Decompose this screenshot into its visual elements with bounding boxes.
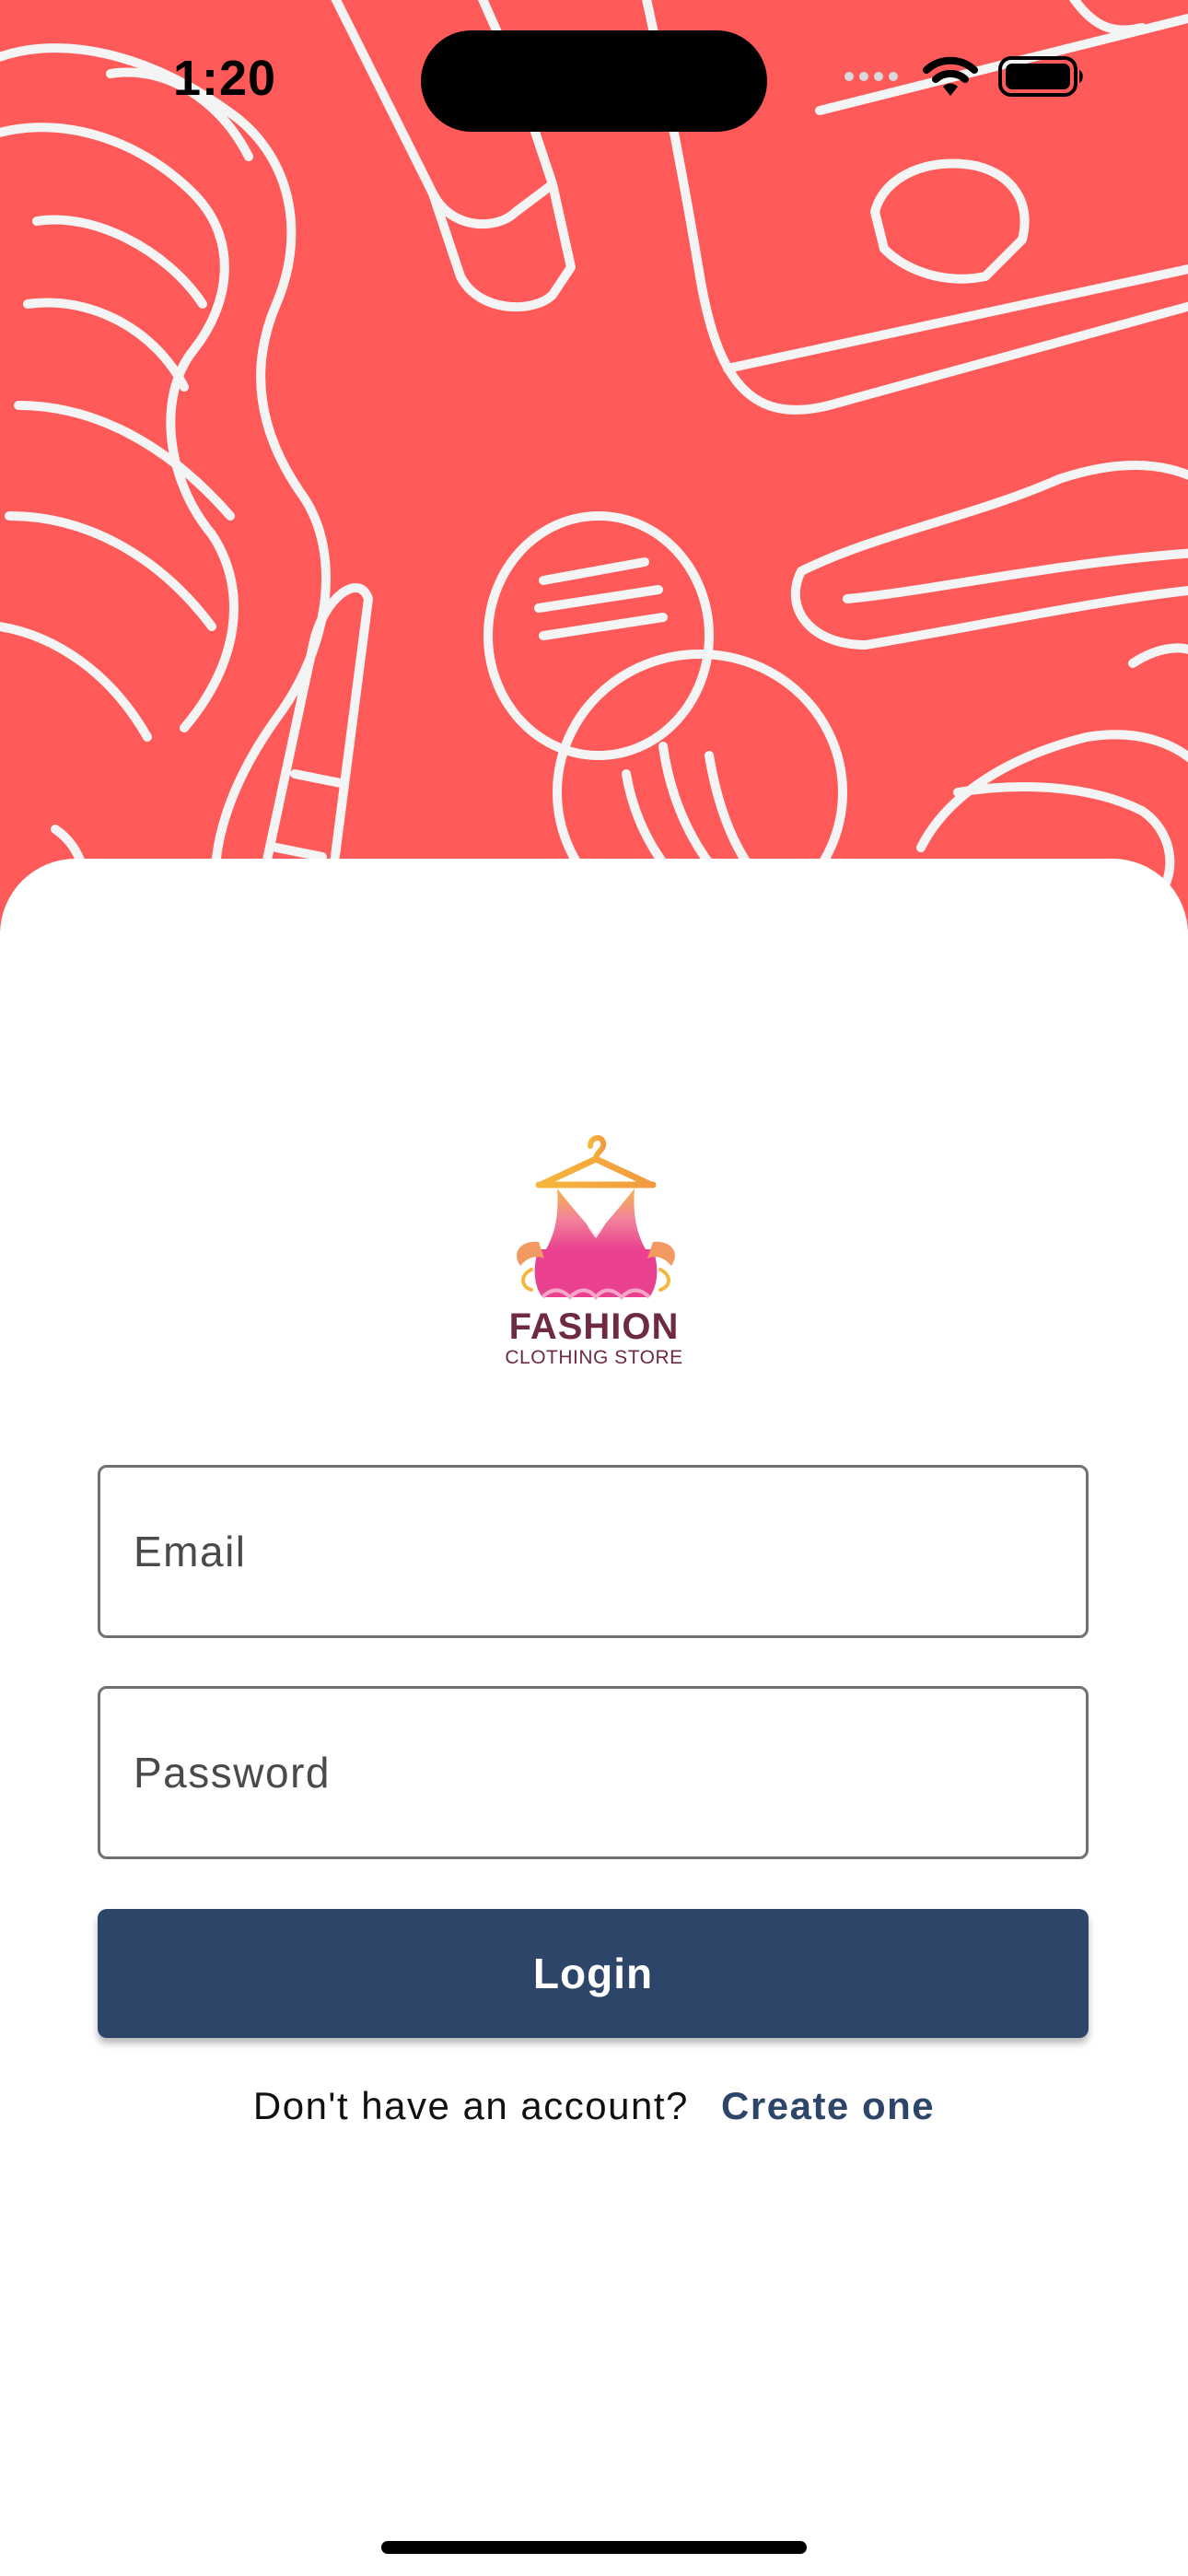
dynamic-island [421, 30, 767, 132]
signal-icon [844, 67, 903, 90]
signup-row: Don't have an account? Create one [0, 2084, 1188, 2128]
login-screen: 1:20 FASHION CLOTHING STORE Email Login … [0, 0, 1188, 2576]
home-indicator[interactable] [381, 2541, 807, 2554]
wifi-icon [923, 55, 978, 102]
signup-prompt: Don't have an account? [252, 2084, 689, 2127]
battery-icon [998, 56, 1085, 101]
login-button-label: Login [532, 1950, 654, 1997]
status-time: 1:20 [173, 51, 277, 106]
email-input[interactable] [100, 1468, 1086, 1635]
password-input[interactable] [100, 1689, 1086, 1856]
status-icons [844, 55, 1085, 102]
hanger-dress-logo-icon [517, 1135, 675, 1301]
status-bar: 1:20 [0, 0, 1188, 157]
email-field[interactable] [98, 1465, 1089, 1638]
create-account-link[interactable]: Create one [721, 2084, 935, 2127]
password-field[interactable] [98, 1686, 1089, 1859]
logo-subtitle: CLOTHING STORE [505, 1347, 683, 1368]
logo-title: FASHION [508, 1306, 680, 1347]
brand-logo: FASHION CLOTHING STORE [483, 1131, 705, 1371]
login-button[interactable]: Login [98, 1909, 1089, 2038]
